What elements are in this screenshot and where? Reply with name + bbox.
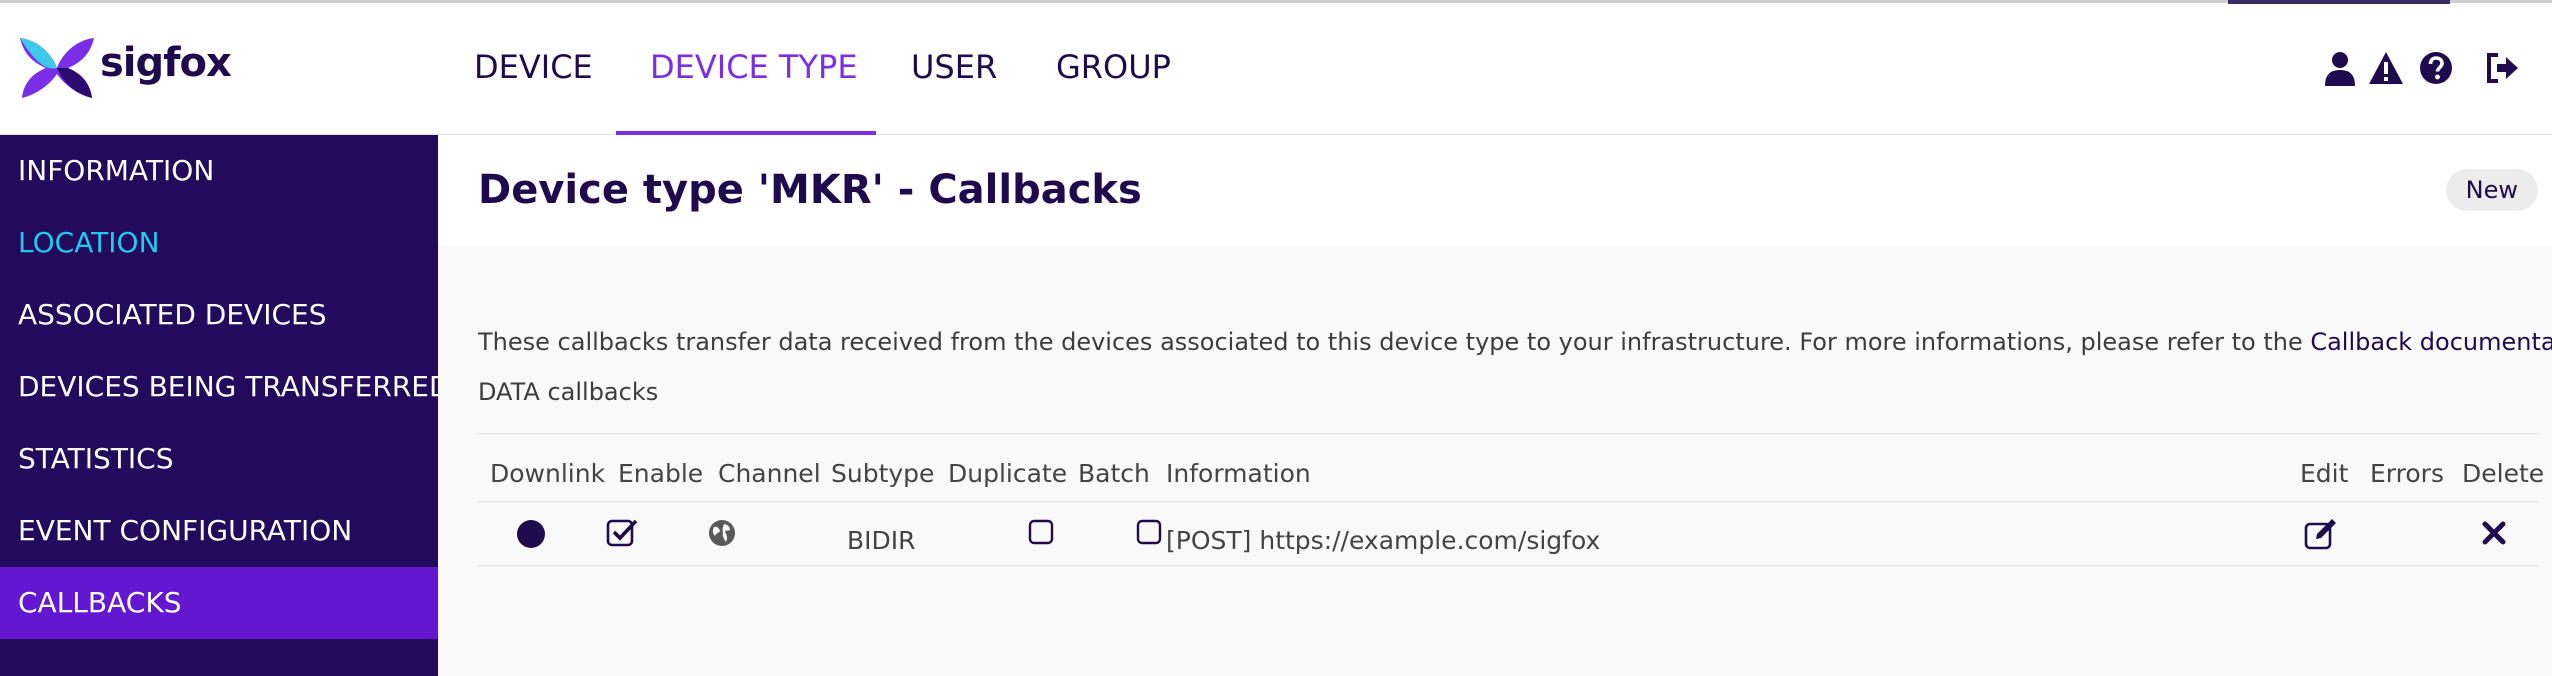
title-band: Device type 'MKR' - Callbacks New (438, 135, 2552, 246)
section-label: DATA callbacks (478, 378, 659, 406)
page-title: Device type 'MKR' - Callbacks (478, 167, 1142, 213)
sidebar-item-devices-being-transferred[interactable]: DEVICES BEING TRANSFERRED (0, 351, 438, 423)
edit-icon[interactable] (2304, 517, 2338, 551)
information-value: [POST] https://example.com/sigfox (1166, 526, 1601, 555)
batch-checkbox[interactable] (1136, 519, 1164, 547)
nav-device[interactable]: DEVICE (474, 48, 593, 86)
header-downlink: Downlink (490, 459, 606, 488)
sidebar-item-statistics[interactable]: STATISTICS (0, 423, 438, 495)
sidebar-item-event-configuration[interactable]: EVENT CONFIGURATION (0, 495, 438, 567)
intro-text: These callbacks transfer data received f… (478, 328, 2311, 356)
header-subtype: Subtype (831, 459, 935, 488)
header-edit: Edit (2300, 459, 2349, 488)
header-enable: Enable (618, 459, 704, 488)
nav-group[interactable]: GROUP (1056, 48, 1171, 86)
sigfox-logo-icon[interactable] (16, 34, 98, 102)
main-content: Device type 'MKR' - Callbacks New These … (438, 135, 2552, 676)
delete-icon[interactable] (2482, 521, 2506, 545)
table-header-border (478, 501, 2538, 502)
header-errors: Errors (2370, 459, 2444, 488)
sidebar-item-associated-devices[interactable]: ASSOCIATED DEVICES (0, 279, 438, 351)
sidebar-item-information[interactable]: INFORMATION (0, 135, 438, 207)
header-delete: Delete (2462, 459, 2545, 488)
duplicate-checkbox[interactable] (1028, 519, 1056, 547)
subtype-value: BIDIR (847, 526, 916, 555)
sidebar-item-location[interactable]: LOCATION (0, 207, 438, 279)
new-callback-button[interactable]: New (2445, 169, 2538, 211)
downlink-active-icon[interactable] (516, 519, 546, 549)
header-duplicate: Duplicate (948, 459, 1068, 488)
top-accent-segment (2228, 0, 2450, 4)
table-row-border (478, 565, 2538, 566)
top-header: sigfox DEVICE DEVICE TYPE USER GROUP (0, 0, 2552, 135)
help-icon[interactable] (2418, 50, 2454, 86)
header-batch: Batch (1078, 459, 1150, 488)
top-accent-bar (0, 0, 2552, 3)
table-top-border (478, 433, 2538, 434)
sidebar-item-callbacks[interactable]: CALLBACKS (0, 567, 438, 639)
enable-checked-checkbox[interactable] (606, 517, 638, 549)
header-information: Information (1166, 459, 1311, 488)
warning-icon[interactable] (2368, 50, 2404, 86)
sidebar: INFORMATION LOCATION ASSOCIATED DEVICES … (0, 135, 438, 676)
brand-name: sigfox (100, 40, 232, 86)
globe-icon (709, 520, 735, 546)
logout-icon[interactable] (2484, 50, 2520, 86)
nav-user[interactable]: USER (911, 48, 997, 86)
callback-documentation-link[interactable]: Callback documentation (2310, 328, 2552, 356)
nav-device-type[interactable]: DEVICE TYPE (650, 48, 858, 86)
user-icon[interactable] (2322, 50, 2358, 86)
intro-paragraph: These callbacks transfer data received f… (478, 328, 2552, 356)
header-channel: Channel (718, 459, 821, 488)
